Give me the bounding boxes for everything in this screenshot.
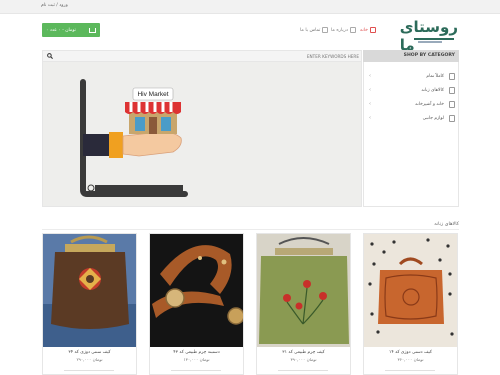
sleeve <box>83 134 111 156</box>
top-bar: ورود / ثبت نام <box>0 0 500 14</box>
laptop-keyboard <box>95 185 183 191</box>
logo-underline-secondary <box>418 41 442 43</box>
search-bar <box>42 50 362 62</box>
category-heading: SHOP BY CATEGORY <box>363 50 459 62</box>
product-card[interactable]: کیف چرم طبیعی کد ۳۱ ۳۹۰,۰۰۰ تومان <box>256 233 351 375</box>
nav-contact[interactable]: تماس با ما <box>300 27 329 33</box>
shop-window <box>161 117 171 131</box>
cuff <box>109 132 123 158</box>
category-label: لوازم جانبی <box>422 116 444 121</box>
product-name[interactable]: کیف سنتی دوزی کد ۳۴ <box>43 350 136 355</box>
info-icon <box>349 27 356 33</box>
hand <box>122 131 182 157</box>
chevron-left-icon: ‹ <box>369 87 371 93</box>
dress-icon <box>449 87 455 94</box>
category-item[interactable]: ‹ لوازم جانبی <box>364 112 460 126</box>
search-icon <box>47 53 53 59</box>
product-name[interactable]: دستبند چرم طبیعی کد ۴۳ <box>150 350 243 355</box>
cart-icon <box>89 27 96 33</box>
add-to-cart-button[interactable] <box>64 370 114 374</box>
section-title: کالاهای زنانه <box>434 222 459 227</box>
category-item[interactable]: ‹ کالاهای زنانه <box>364 84 460 98</box>
nav-home[interactable]: خانه <box>360 27 376 33</box>
hero-banner[interactable]: Hiv Market <box>42 62 362 207</box>
product-image[interactable] <box>364 234 457 347</box>
category-item[interactable]: ‹ خانه و آشپزخانه <box>364 98 460 112</box>
awning <box>125 102 181 112</box>
category-label: خانه و آشپزخانه <box>415 102 444 107</box>
home-icon <box>449 101 455 108</box>
category-panel: ‹ کاملاً تمام ‹ کالاهای زنانه ‹ خانه و آ… <box>363 62 459 207</box>
chevron-left-icon: ‹ <box>369 115 371 121</box>
product-image[interactable] <box>150 234 243 347</box>
category-label: کالاهای زنانه <box>421 88 444 93</box>
product-card[interactable]: کیف سنتی دوزی کد ۳۴ ۲۹۰,۰۰۰ تومان <box>42 233 137 375</box>
add-to-cart-button[interactable] <box>171 370 221 374</box>
site-logo[interactable]: روستای ما <box>400 18 459 54</box>
product-price: ۳۹۰,۰۰۰ تومان <box>290 357 317 362</box>
bag-icon <box>449 73 455 80</box>
phone-icon <box>322 27 329 33</box>
product-price: ۳۶۰,۰۰۰ تومان <box>397 357 424 362</box>
product-card[interactable]: کیف دستی دوزی کد ۱۴ ۳۶۰,۰۰۰ تومان <box>363 233 458 375</box>
product-image[interactable] <box>43 234 136 347</box>
shop-door <box>149 117 157 134</box>
nav-contact-label: تماس با ما <box>300 27 321 33</box>
category-label: کاملاً تمام <box>426 74 444 79</box>
gift-icon <box>449 115 455 122</box>
cart-button[interactable]: ۰ تومان - ۰ عدد <box>42 23 100 37</box>
product-card[interactable]: دستبند چرم طبیعی کد ۴۳ ۱۳۰,۰۰۰ تومان <box>149 233 244 375</box>
nav-home-label: خانه <box>360 27 368 33</box>
chevron-left-icon: ‹ <box>369 101 371 107</box>
category-item[interactable]: ‹ کاملاً تمام <box>364 70 460 84</box>
logo-underline <box>414 38 454 40</box>
chevron-left-icon: ‹ <box>369 73 371 79</box>
product-image[interactable] <box>257 234 350 347</box>
search-input[interactable] <box>59 52 359 60</box>
cart-summary: ۰ تومان - ۰ عدد <box>46 27 76 33</box>
logo-text: روستای ما <box>399 18 459 54</box>
login-register-link[interactable]: ورود / ثبت نام <box>41 3 68 8</box>
shop-sign: Hiv Market <box>137 91 168 98</box>
search-button[interactable] <box>43 51 57 61</box>
add-to-cart-button[interactable] <box>278 370 328 374</box>
product-name[interactable]: کیف چرم طبیعی کد ۳۱ <box>257 350 350 355</box>
home-icon <box>369 27 376 33</box>
banner-illustration: Hiv Market <box>80 79 188 197</box>
nav-about[interactable]: درباره ما <box>331 27 356 33</box>
section-divider <box>42 229 459 230</box>
nav-about-label: درباره ما <box>331 27 348 33</box>
product-name[interactable]: کیف دستی دوزی کد ۱۴ <box>364 350 457 355</box>
add-to-cart-button[interactable] <box>385 370 435 374</box>
shop-window <box>135 117 145 131</box>
product-price: ۱۳۰,۰۰۰ تومان <box>183 357 210 362</box>
product-price: ۲۹۰,۰۰۰ تومان <box>76 357 103 362</box>
